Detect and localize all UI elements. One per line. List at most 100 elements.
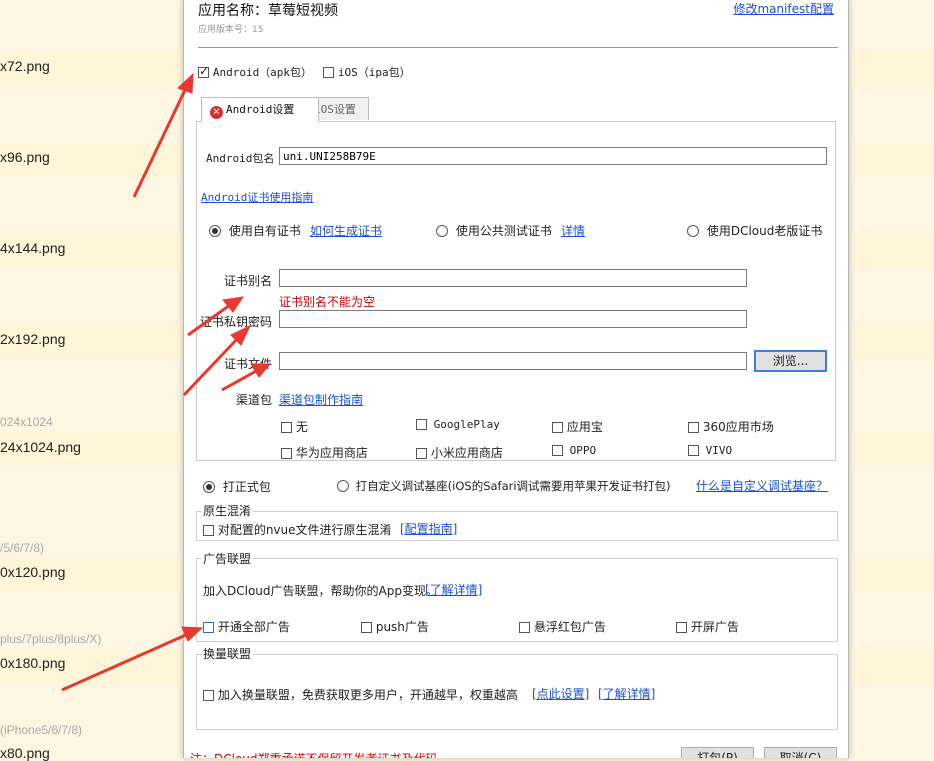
channel-checkbox[interactable]	[416, 419, 427, 430]
cert-option-own[interactable]: 使用自有证书	[209, 222, 301, 239]
build-release-option[interactable]: 打正式包	[203, 478, 271, 495]
own-cert-label: 使用自有证书	[228, 224, 301, 238]
cert-alias-error: 证书别名不能为空	[279, 295, 376, 309]
ads-option-label: 开通全部广告	[217, 620, 290, 634]
cert-file-input[interactable]	[279, 352, 747, 370]
obfuscation-guide-link[interactable]: [配置指南]	[400, 520, 457, 537]
file-name: 0x120.png	[0, 564, 66, 580]
custom-base-radio[interactable]	[337, 480, 349, 492]
exchange-option[interactable]: 加入换量联盟，免费获取更多用户，开通越早，权重越高	[203, 686, 518, 703]
android-settings-panel	[196, 121, 836, 461]
exchange-title: 换量联盟	[201, 645, 254, 662]
file-name: x72.png	[0, 58, 50, 74]
how-generate-cert-link[interactable]: 如何生成证书	[310, 222, 382, 239]
channel-checkbox[interactable]	[281, 448, 292, 459]
package-name-input[interactable]	[279, 147, 827, 165]
ads-checkbox[interactable]	[676, 622, 687, 633]
cert-alias-input[interactable]	[279, 269, 747, 287]
file-name: x80.png	[0, 745, 50, 761]
ads-group	[196, 558, 838, 642]
file-name: 2x192.png	[0, 331, 66, 347]
android-platform-option[interactable]: Android（apk包）	[198, 64, 312, 80]
build-custom-option[interactable]: 打自定义调试基座(iOS的Safari调试需要用苹果开发证书打包)	[337, 478, 671, 494]
file-name: 0x180.png	[0, 655, 66, 671]
channel-label-text: 360应用市场	[702, 420, 774, 434]
file-name: 4x144.png	[0, 240, 66, 256]
channel-option[interactable]: 无	[281, 418, 308, 435]
channel-guide-link[interactable]: 渠道包制作指南	[279, 391, 363, 408]
exchange-detail-link[interactable]: [了解详情]	[598, 685, 655, 702]
channel-option[interactable]: 华为应用商店	[281, 444, 368, 461]
exchange-checkbox[interactable]	[203, 690, 214, 701]
cert-option-public[interactable]: 使用公共测试证书	[436, 222, 552, 239]
ads-option[interactable]: 开通全部广告	[203, 618, 290, 635]
ads-checkbox[interactable]	[519, 622, 530, 633]
cert-password-label: 证书私钥密码	[200, 315, 273, 329]
cert-alias-label: 证书别名	[224, 274, 273, 288]
channel-checkbox[interactable]	[688, 422, 699, 433]
channel-option[interactable]: 小米应用商店	[416, 444, 503, 461]
obfuscation-label: 对配置的nvue文件进行原生混淆	[217, 523, 392, 537]
channel-label-text: VIVO	[705, 444, 733, 457]
cert-detail-link[interactable]: 详情	[561, 222, 585, 239]
pack-button[interactable]: 打包(P)	[681, 747, 754, 758]
ads-title: 广告联盟	[201, 550, 254, 567]
obfuscation-option[interactable]: 对配置的nvue文件进行原生混淆	[203, 521, 392, 538]
channel-label-text: 小米应用商店	[430, 446, 503, 460]
ads-checkbox[interactable]	[361, 622, 372, 633]
ads-option-label: push广告	[375, 620, 429, 634]
app-name: 应用名称：草莓短视频	[198, 3, 338, 19]
channel-checkbox[interactable]	[552, 445, 563, 456]
tab-android[interactable]: ✕ Android设置	[201, 97, 319, 122]
obfuscation-checkbox[interactable]	[203, 525, 214, 536]
channel-checkbox[interactable]	[688, 445, 699, 456]
ads-option[interactable]: 开屏广告	[676, 618, 739, 635]
channel-label-text: 无	[295, 420, 308, 434]
package-dialog: 应用名称：草莓短视频 应用版本号：15 修改manifest配置 Android…	[183, 0, 849, 758]
own-cert-radio[interactable]	[209, 225, 221, 237]
ads-option-label: 开屏广告	[690, 620, 739, 634]
exchange-settings-link[interactable]: [点此设置]	[532, 685, 589, 702]
channel-option[interactable]: 360应用市场	[688, 418, 774, 435]
ios-platform-option[interactable]: iOS（ipa包）	[323, 64, 411, 80]
exchange-label: 加入换量联盟，免费获取更多用户，开通越早，权重越高	[217, 688, 518, 702]
ads-option[interactable]: 悬浮红包广告	[519, 618, 606, 635]
channel-label-text: OPPO	[569, 444, 597, 457]
ads-option[interactable]: push广告	[361, 618, 429, 635]
file-caption: (iPhone5/6/7/8)	[0, 723, 83, 737]
release-label: 打正式包	[222, 480, 271, 494]
channel-label-text: 华为应用商店	[295, 446, 368, 460]
divider	[198, 47, 838, 48]
file-caption: 024x1024	[0, 415, 53, 429]
cancel-button[interactable]: 取消(C)	[764, 747, 837, 758]
android-checkbox[interactable]	[198, 64, 209, 78]
channel-option[interactable]: 应用宝	[552, 418, 603, 435]
channel-option[interactable]: GooglePlay	[416, 418, 500, 431]
browse-button[interactable]: 浏览...	[754, 350, 827, 372]
channel-option[interactable]: VIVO	[688, 444, 732, 457]
channel-label-text: 应用宝	[566, 420, 603, 434]
release-radio[interactable]	[203, 481, 215, 493]
ads-checkbox[interactable]	[203, 622, 214, 633]
tab-ios-label: iOS设置	[314, 103, 356, 116]
ads-detail-link[interactable]: [了解详情]	[425, 581, 482, 598]
custom-base-help-link[interactable]: 什么是自定义调试基座？	[696, 477, 828, 494]
file-name: x96.png	[0, 149, 50, 165]
public-cert-radio[interactable]	[436, 225, 448, 237]
public-cert-label: 使用公共测试证书	[455, 224, 552, 238]
edit-manifest-link[interactable]: 修改manifest配置	[733, 0, 834, 17]
error-icon: ✕	[210, 106, 223, 119]
channel-checkbox[interactable]	[416, 448, 427, 459]
ads-description: 加入DCloud广告联盟，帮助你的App变现。	[203, 584, 438, 598]
channel-option[interactable]: OPPO	[552, 444, 596, 457]
obfuscation-title: 原生混淆	[201, 502, 254, 519]
android-cert-guide-link[interactable]: Android证书使用指南	[201, 189, 313, 205]
dcloud-cert-radio[interactable]	[687, 225, 699, 237]
channel-checkbox[interactable]	[281, 422, 292, 433]
cert-password-input[interactable]	[279, 310, 747, 328]
cert-option-dcloud[interactable]: 使用DCloud老版证书	[687, 222, 822, 239]
cert-file-label: 证书文件	[224, 357, 273, 371]
file-caption: plus/7plus/8plus/X)	[0, 632, 102, 646]
ios-checkbox[interactable]	[323, 67, 334, 78]
channel-checkbox[interactable]	[552, 422, 563, 433]
